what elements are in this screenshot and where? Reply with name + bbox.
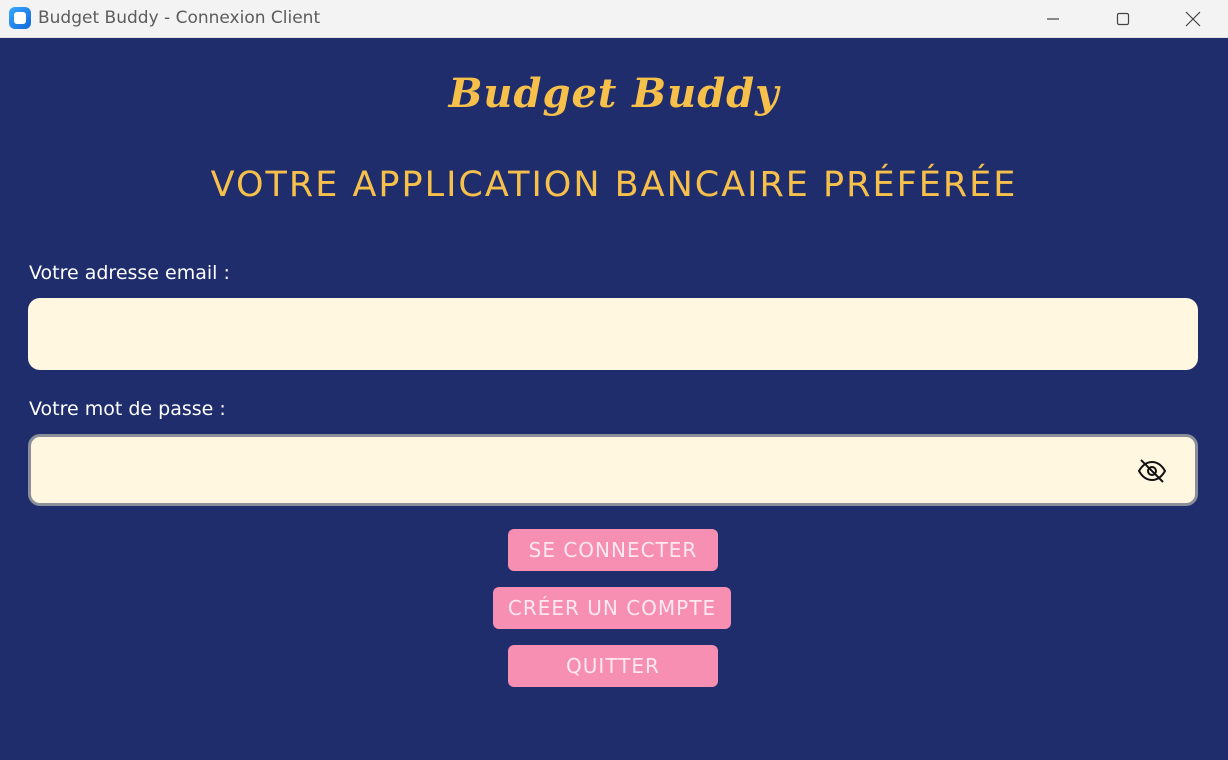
toggle-password-visibility-button[interactable] — [1136, 456, 1168, 486]
title-bar[interactable]: Budget Buddy - Connexion Client — [0, 0, 1228, 38]
brand-title: Budget Buddy — [448, 70, 780, 117]
email-label: Votre adresse email : — [29, 262, 230, 284]
minimize-icon — [1047, 18, 1059, 20]
maximize-icon — [1116, 12, 1130, 26]
clipped-footer-decoration — [385, 752, 810, 760]
password-field[interactable] — [28, 434, 1198, 506]
close-icon — [1185, 11, 1201, 27]
minimize-button[interactable] — [1018, 0, 1088, 38]
eye-slash-icon — [1137, 459, 1167, 483]
app-icon — [9, 7, 31, 29]
window-title: Budget Buddy - Connexion Client — [38, 8, 321, 28]
tagline: VOTRE APPLICATION BANCAIRE PRÉFÉRÉE — [210, 165, 1018, 205]
email-field[interactable] — [28, 298, 1198, 370]
login-button[interactable]: SE CONNECTER — [508, 529, 718, 571]
close-button[interactable] — [1158, 0, 1228, 38]
app-window: Budget Buddy - Connexion Client Budget B… — [0, 0, 1228, 760]
quit-button[interactable]: QUITTER — [508, 645, 718, 687]
password-label: Votre mot de passe : — [29, 398, 226, 420]
maximize-button[interactable] — [1088, 0, 1158, 38]
create-account-button[interactable]: CRÉER UN COMPTE — [493, 587, 731, 629]
